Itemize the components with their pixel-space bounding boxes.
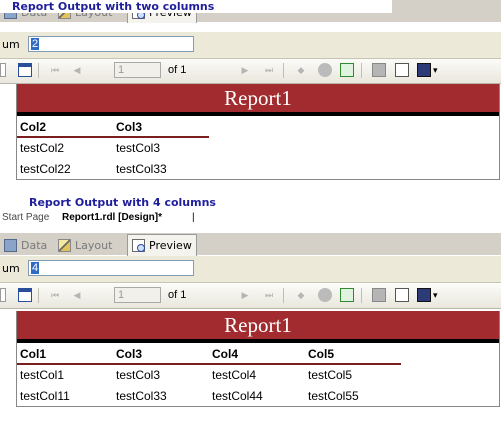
first-page-icon[interactable]: ⏮ [48, 288, 62, 302]
table-cell: testCol2 [20, 141, 65, 155]
title-rule [17, 112, 499, 116]
back-icon[interactable]: ◆ [294, 288, 308, 302]
print-icon[interactable] [372, 63, 386, 77]
tab-report-design[interactable]: Report1.rdl [Design]* [62, 212, 162, 223]
param-label: um [2, 38, 20, 51]
report-toolbar-top: ⏮ ◀ 1 of 1 ▶ ⏭ ◆ ▾ [0, 59, 501, 84]
title-rule [17, 339, 499, 343]
column-header: Col2 [20, 120, 47, 134]
table-cell: testCol3 [116, 141, 161, 155]
next-page-icon[interactable]: ▶ [238, 288, 252, 302]
previous-page-icon[interactable]: ◀ [70, 63, 84, 77]
page-total-label: of 1 [168, 289, 187, 301]
toolbar-separator [361, 63, 362, 78]
data-icon [4, 239, 17, 252]
tab-preview-label: Preview [149, 239, 192, 252]
preview-icon [132, 239, 145, 252]
tab-separator: | [192, 212, 195, 223]
toolbar-separator [361, 288, 362, 303]
toolbar-separator [38, 63, 39, 78]
column-header: Col4 [212, 347, 239, 361]
table-cell: testCol4 [212, 368, 257, 382]
param-label: um [2, 262, 20, 275]
refresh-icon[interactable] [340, 288, 354, 302]
table-cell: testCol1 [20, 368, 65, 382]
print-preview-icon[interactable] [395, 288, 409, 302]
table-cell: testCol22 [20, 162, 71, 176]
tab-preview[interactable]: Preview [127, 234, 197, 256]
column-header: Col3 [116, 347, 143, 361]
previous-page-icon[interactable]: ◀ [70, 288, 84, 302]
caption-two-columns: Report Output with two columns [0, 0, 392, 13]
param-input-value: 4 [31, 262, 40, 274]
table-cell: testCol33 [116, 389, 167, 403]
stop-icon[interactable] [318, 288, 332, 302]
table-cell: testCol11 [20, 389, 70, 403]
tab-start-page[interactable]: Start Page [2, 212, 49, 223]
table-cell: testCol3 [116, 368, 161, 382]
last-page-icon[interactable]: ⏭ [262, 288, 276, 302]
header-rule [17, 363, 401, 365]
page-number-input[interactable]: 1 [114, 62, 161, 78]
tab-layout-label: Layout [75, 239, 113, 252]
back-icon[interactable]: ◆ [294, 63, 308, 77]
table-cell: testCol5 [308, 368, 353, 382]
toolbar-grip[interactable] [0, 288, 6, 302]
stop-icon[interactable] [318, 63, 332, 77]
column-header: Col1 [20, 347, 47, 361]
caption-four-columns-text: Report Output with 4 columns [29, 196, 216, 209]
print-preview-icon[interactable] [395, 63, 409, 77]
toolbar-separator [38, 288, 39, 303]
tab-layout[interactable]: Layout [54, 236, 116, 255]
page-total-label: of 1 [168, 64, 187, 76]
table-cell: testCol44 [212, 389, 263, 403]
layout-icon [58, 239, 71, 252]
column-header: Col5 [308, 347, 335, 361]
refresh-icon[interactable] [340, 63, 354, 77]
report-title: Report1 [17, 84, 499, 112]
report-body-top: Report1 Col2 Col3 testCol2 testCol3 test… [16, 84, 500, 180]
parameter-bar-top: um 2 [0, 32, 501, 59]
document-map-icon[interactable] [18, 288, 32, 302]
last-page-icon[interactable]: ⏭ [262, 63, 276, 77]
page-number-input[interactable]: 1 [114, 287, 161, 303]
toolbar-separator [283, 288, 284, 303]
table-cell: testCol55 [308, 389, 359, 403]
document-tabbar: Start Page Report1.rdl [Design]* | [0, 211, 501, 226]
toolbar-separator [283, 63, 284, 78]
toolbar-grip[interactable] [0, 63, 6, 77]
report-body-bottom: Report1 Col1 Col3 Col4 Col5 testCol1 tes… [16, 311, 500, 407]
next-page-icon[interactable]: ▶ [238, 63, 252, 77]
param-input[interactable]: 2 [28, 36, 194, 52]
caption-four-columns: Report Output with 4 columns [29, 196, 216, 209]
report-toolbar-bottom: ⏮ ◀ 1 of 1 ▶ ⏭ ◆ ▾ [0, 284, 501, 309]
document-map-icon[interactable] [18, 63, 32, 77]
save-icon[interactable] [417, 288, 431, 302]
first-page-icon[interactable]: ⏮ [48, 63, 62, 77]
param-input[interactable]: 4 [28, 260, 194, 276]
report-title: Report1 [17, 311, 499, 339]
parameter-bar-bottom: um 4 [0, 256, 501, 283]
designer-tabstrip-bottom: Data Layout Preview [0, 233, 501, 256]
param-input-value: 2 [31, 38, 40, 50]
caption-two-columns-text: Report Output with two columns [12, 0, 215, 13]
save-icon[interactable] [417, 63, 431, 77]
header-rule [17, 136, 209, 138]
column-header: Col3 [116, 120, 143, 134]
print-icon[interactable] [372, 288, 386, 302]
table-cell: testCol33 [116, 162, 167, 176]
tab-data-label: Data [21, 239, 48, 252]
save-dropdown-icon[interactable]: ▾ [433, 290, 438, 301]
save-dropdown-icon[interactable]: ▾ [433, 65, 438, 76]
tab-data[interactable]: Data [0, 236, 51, 255]
